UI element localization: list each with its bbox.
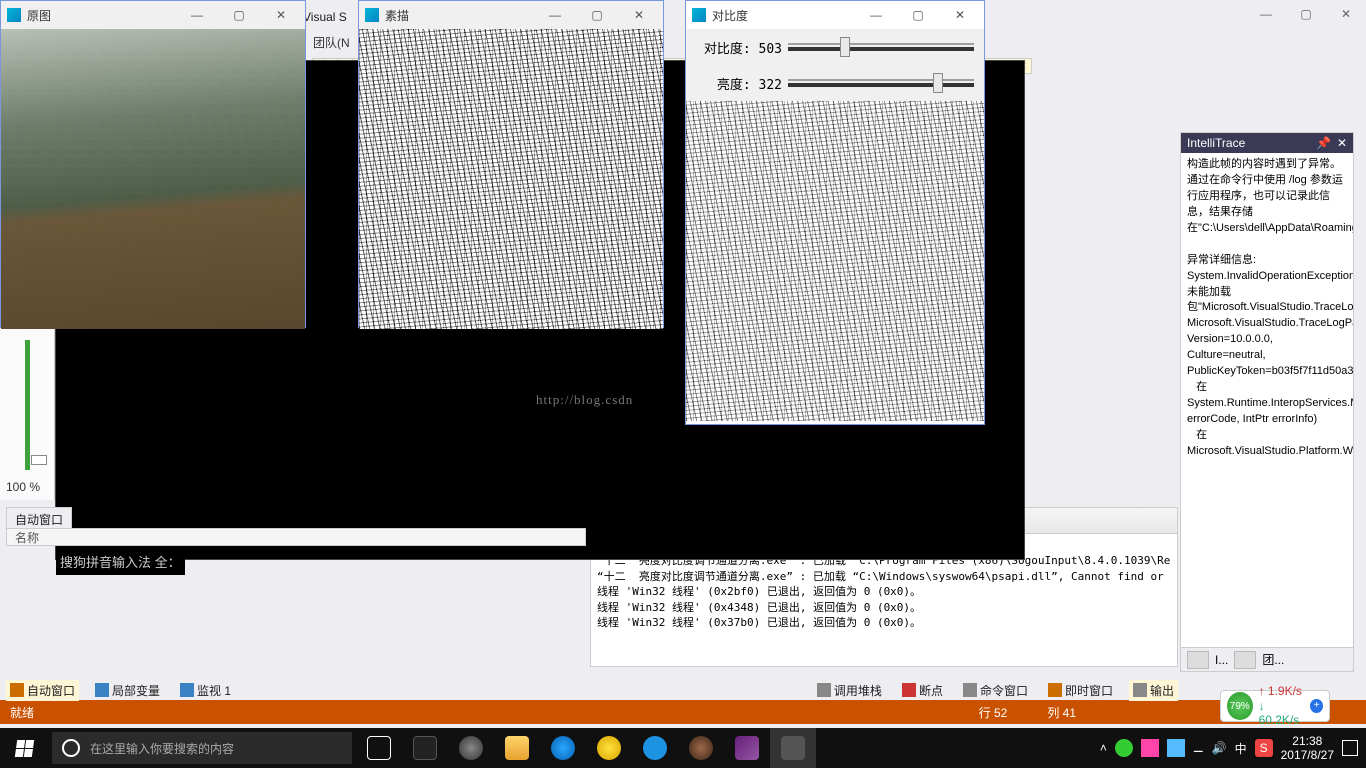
contrast-label: 对比度: 503 — [696, 38, 782, 57]
close-icon[interactable]: ✕ — [1337, 136, 1347, 150]
status-ready: 就绪 — [10, 704, 34, 721]
opencv-icon — [7, 8, 21, 22]
task-view-button[interactable] — [356, 728, 402, 768]
notifications-icon[interactable] — [1342, 740, 1358, 756]
clock[interactable]: 21:38 2017/8/27 — [1281, 734, 1334, 763]
tray-icon[interactable] — [1167, 739, 1185, 757]
tab-auto-window[interactable]: 自动窗口 — [6, 680, 79, 701]
min-button[interactable]: — — [858, 8, 894, 22]
search-placeholder: 在这里输入你要搜索的内容 — [90, 740, 234, 757]
window-title: 对比度 — [712, 7, 852, 24]
watermark-text: http://blog.csdn — [536, 392, 633, 408]
network-speed-widget[interactable]: 79% ↑ 1.9K/s ↓ 60.2K/s + — [1220, 690, 1330, 722]
opencv-icon — [365, 8, 379, 22]
upload-speed: ↑ 1.9K/s — [1259, 684, 1305, 698]
system-tray: ˄ ⚊ 🔊 中 S 21:38 2017/8/27 — [1100, 734, 1366, 763]
tab-watch[interactable]: 监视 1 — [176, 680, 235, 701]
it-tab-1[interactable] — [1187, 651, 1209, 669]
window-title: 原图 — [27, 7, 173, 24]
tray-icon[interactable] — [1141, 739, 1159, 757]
vs-menu-team[interactable]: 团队(N — [313, 34, 350, 51]
intellitrace-title: IntelliTrace — [1187, 136, 1245, 150]
it-tab-label2[interactable]: 团... — [1262, 651, 1284, 668]
status-bar: 就绪 行 52 列 41 — [0, 700, 1366, 724]
app-icon[interactable] — [678, 728, 724, 768]
close-button[interactable]: ✕ — [263, 8, 299, 22]
brightness-slider[interactable] — [788, 79, 974, 87]
it-tab-2[interactable] — [1234, 651, 1256, 669]
close-button[interactable]: ✕ — [942, 8, 978, 22]
vs-min-button[interactable]: — — [1246, 0, 1286, 28]
window-original[interactable]: 原图 — ▢ ✕ — [0, 0, 306, 328]
clock-date: 2017/8/27 — [1281, 748, 1334, 762]
window-sketch[interactable]: 素描 — ▢ ✕ — [358, 0, 664, 328]
sogou-icon[interactable]: S — [1255, 739, 1273, 757]
max-button[interactable]: ▢ — [579, 8, 615, 22]
app-icon[interactable] — [448, 728, 494, 768]
window-title: 素描 — [385, 7, 531, 24]
network-icon[interactable]: ⚊ — [1193, 741, 1204, 755]
clock-time: 21:38 — [1281, 734, 1334, 748]
tab-breakpoints[interactable]: 断点 — [898, 680, 947, 701]
intellitrace-panel: IntelliTrace 📌 ✕ 构造此帧的内容时遇到了异常。通过在命令行中使用 … — [1180, 132, 1354, 672]
sketch-image — [359, 29, 663, 329]
original-image — [1, 29, 305, 329]
bottom-tool-tabs: 自动窗口 局部变量 监视 1 调用堆栈 断点 命令窗口 即时窗口 输出 — [6, 680, 1178, 700]
cortana-icon — [62, 739, 80, 757]
opencv-icon — [692, 8, 706, 22]
ime-indicator[interactable]: 中 — [1235, 740, 1247, 757]
tab-command[interactable]: 命令窗口 — [959, 680, 1032, 701]
brightness-thumb[interactable] — [933, 73, 943, 93]
app-icon-active[interactable] — [770, 728, 816, 768]
status-line: 行 52 — [979, 704, 1008, 721]
it-tab-label1[interactable]: I... — [1215, 653, 1228, 667]
tray-up-icon[interactable]: ˄ — [1100, 741, 1107, 755]
contrast-thumb[interactable] — [840, 37, 850, 57]
visual-studio-icon[interactable] — [724, 728, 770, 768]
zoom-fill — [25, 340, 30, 470]
app-icon[interactable] — [402, 728, 448, 768]
max-button[interactable]: ▢ — [900, 8, 936, 22]
tab-immediate[interactable]: 即时窗口 — [1044, 680, 1117, 701]
plus-icon[interactable]: + — [1310, 699, 1323, 713]
download-speed: ↓ 60.2K/s — [1259, 699, 1305, 728]
ime-composition: 搜狗拼音输入法 全： — [56, 548, 185, 575]
app-icon[interactable] — [632, 728, 678, 768]
brightness-label: 亮度: 322 — [696, 74, 782, 93]
auto-window-columns: 名称 — [6, 528, 586, 546]
contrast-image — [686, 101, 984, 421]
max-button[interactable]: ▢ — [221, 8, 257, 22]
tab-output[interactable]: 输出 — [1129, 680, 1178, 701]
tab-locals[interactable]: 局部变量 — [91, 680, 164, 701]
zoom-label: 100 % — [6, 480, 40, 494]
min-button[interactable]: — — [179, 8, 215, 22]
close-button[interactable]: ✕ — [621, 8, 657, 22]
zoom-thumb[interactable] — [31, 455, 47, 465]
status-col: 列 41 — [1047, 704, 1076, 721]
min-button[interactable]: — — [537, 8, 573, 22]
pin-icon[interactable]: 📌 — [1316, 136, 1331, 150]
window-contrast[interactable]: 对比度 — ▢ ✕ 对比度: 503 亮度: 322 — [685, 0, 985, 425]
taskbar-search[interactable]: 在这里输入你要搜索的内容 — [52, 732, 352, 764]
vs-close-button[interactable]: ✕ — [1326, 0, 1366, 28]
cpu-badge: 79% — [1227, 692, 1253, 720]
intellitrace-body[interactable]: 构造此帧的内容时遇到了异常。通过在命令行中使用 /log 参数运行应用程序，也可… — [1181, 153, 1353, 647]
qq-browser-icon[interactable] — [540, 728, 586, 768]
windows-logo-icon — [14, 740, 33, 757]
tab-callstack[interactable]: 调用堆栈 — [813, 680, 886, 701]
start-button[interactable] — [0, 728, 48, 768]
taskbar: 在这里输入你要搜索的内容 ˄ ⚊ 🔊 中 S 21:38 2017/8/27 — [0, 728, 1366, 768]
contrast-slider[interactable] — [788, 43, 974, 51]
tray-icon[interactable] — [1115, 739, 1133, 757]
app-icon[interactable] — [586, 728, 632, 768]
vs-max-button[interactable]: ▢ — [1286, 0, 1326, 28]
file-explorer-icon[interactable] — [494, 728, 540, 768]
volume-icon[interactable]: 🔊 — [1212, 741, 1227, 755]
right-strip — [1354, 28, 1366, 676]
